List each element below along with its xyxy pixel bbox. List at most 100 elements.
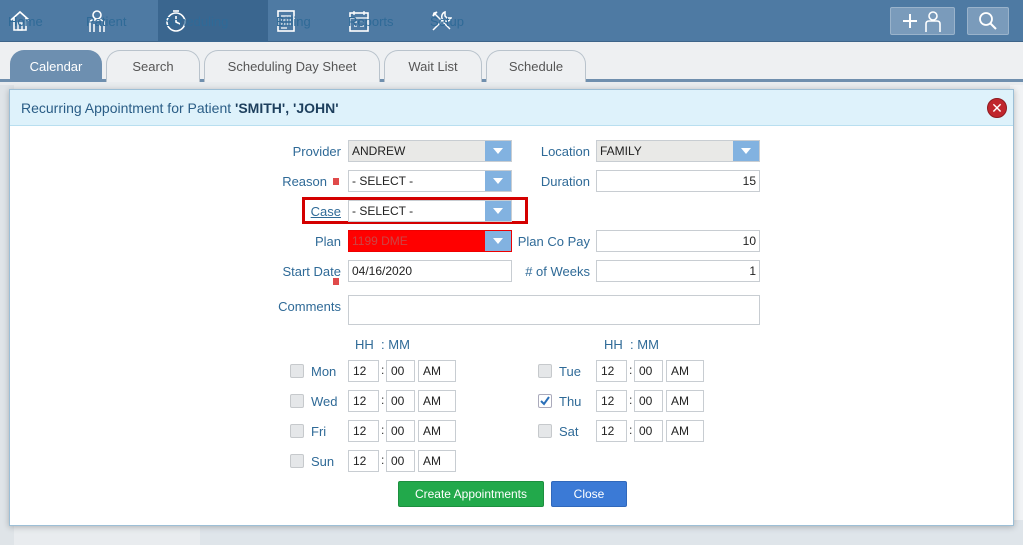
ampm-field-tue[interactable]: AM bbox=[666, 360, 704, 382]
hour-field-thu[interactable]: 12 bbox=[596, 390, 627, 412]
plan-label: Plan bbox=[314, 234, 341, 249]
minute-value: 00 bbox=[391, 454, 405, 468]
colon-label: : bbox=[630, 337, 634, 352]
hour-value: 12 bbox=[601, 394, 615, 408]
time-colon: : bbox=[381, 363, 385, 377]
checkbox-sun[interactable] bbox=[290, 454, 304, 468]
plan-copay-field[interactable]: 10 bbox=[596, 230, 760, 252]
plan-copay-value: 10 bbox=[742, 234, 756, 248]
nav-setup-label: Setup bbox=[430, 13, 464, 29]
chevron-down-icon[interactable] bbox=[485, 171, 511, 191]
plan-select[interactable]: 1199 DME bbox=[348, 230, 512, 252]
ampm-field-mon[interactable]: AM bbox=[418, 360, 456, 382]
hour-field-fri[interactable]: 12 bbox=[348, 420, 379, 442]
minute-field-wed[interactable]: 00 bbox=[386, 390, 415, 412]
hh-header-left: HH : MM bbox=[355, 337, 410, 352]
ampm-field-sun[interactable]: AM bbox=[418, 450, 456, 472]
add-patient-icon bbox=[902, 11, 941, 32]
create-appointments-button[interactable]: Create Appointments bbox=[398, 481, 544, 507]
hour-value: 12 bbox=[353, 394, 367, 408]
time-colon: : bbox=[629, 423, 633, 437]
reason-value: - SELECT - bbox=[352, 174, 414, 188]
checkbox-sat[interactable] bbox=[538, 424, 552, 438]
provider-select[interactable]: ANDREW bbox=[348, 140, 512, 162]
nav-setup[interactable]: Setup bbox=[424, 0, 500, 42]
checkbox-thu[interactable] bbox=[538, 394, 552, 408]
minute-field-sat[interactable]: 00 bbox=[634, 420, 663, 442]
comments-field[interactable] bbox=[348, 295, 760, 325]
reason-select[interactable]: - SELECT - bbox=[348, 170, 512, 192]
top-navigation: Home Patient Scheduling Billing Reports … bbox=[0, 0, 1023, 42]
weeks-field[interactable]: 1 bbox=[596, 260, 760, 282]
tab-schedule[interactable]: Schedule bbox=[486, 50, 586, 82]
hour-field-wed[interactable]: 12 bbox=[348, 390, 379, 412]
case-value: - SELECT - bbox=[352, 204, 414, 218]
location-select[interactable]: FAMILY bbox=[596, 140, 760, 162]
nav-billing-label: Billing bbox=[276, 13, 311, 29]
time-colon: : bbox=[629, 393, 633, 407]
tab-calendar[interactable]: Calendar bbox=[10, 50, 102, 82]
chevron-down-icon[interactable] bbox=[485, 201, 511, 221]
tab-wait-list[interactable]: Wait List bbox=[384, 50, 482, 82]
chevron-down-icon[interactable] bbox=[485, 231, 511, 251]
hour-value: 12 bbox=[353, 364, 367, 378]
tab-search[interactable]: Search bbox=[106, 50, 200, 82]
dialog-title: Recurring Appointment for Patient 'SMITH… bbox=[21, 100, 339, 116]
nav-patient-label: Patient bbox=[86, 13, 127, 29]
time-colon: : bbox=[381, 423, 385, 437]
case-select[interactable]: - SELECT - bbox=[348, 200, 512, 222]
close-button[interactable]: Close bbox=[551, 481, 627, 507]
required-marker bbox=[333, 278, 339, 285]
minute-field-fri[interactable]: 00 bbox=[386, 420, 415, 442]
time-colon: : bbox=[381, 393, 385, 407]
day-label-fri: Fri bbox=[311, 424, 327, 439]
checkbox-fri[interactable] bbox=[290, 424, 304, 438]
search-button[interactable] bbox=[967, 7, 1009, 35]
minute-field-tue[interactable]: 00 bbox=[634, 360, 663, 382]
tab-scheduling-day-sheet[interactable]: Scheduling Day Sheet bbox=[204, 50, 380, 82]
close-label: Close bbox=[573, 487, 605, 501]
ampm-field-sat[interactable]: AM bbox=[666, 420, 704, 442]
duration-label: Duration bbox=[540, 174, 590, 189]
start-date-field[interactable]: 04/16/2020 bbox=[348, 260, 512, 282]
duration-field[interactable]: 15 bbox=[596, 170, 760, 192]
add-patient-button[interactable] bbox=[890, 7, 955, 35]
required-marker bbox=[333, 178, 339, 185]
ampm-field-thu[interactable]: AM bbox=[666, 390, 704, 412]
minute-value: 00 bbox=[391, 424, 405, 438]
hour-value: 12 bbox=[353, 454, 367, 468]
minute-value: 00 bbox=[639, 364, 653, 378]
provider-value: ANDREW bbox=[352, 144, 406, 158]
hour-field-sun[interactable]: 12 bbox=[348, 450, 379, 472]
minute-field-thu[interactable]: 00 bbox=[634, 390, 663, 412]
colon-label: : bbox=[381, 337, 385, 352]
ampm-field-fri[interactable]: AM bbox=[418, 420, 456, 442]
hour-field-sat[interactable]: 12 bbox=[596, 420, 627, 442]
nav-home[interactable]: Home bbox=[2, 0, 78, 42]
reason-label: Reason bbox=[282, 174, 327, 189]
close-icon[interactable]: ✕ bbox=[987, 98, 1007, 118]
checkbox-tue[interactable] bbox=[538, 364, 552, 378]
minute-field-mon[interactable]: 00 bbox=[386, 360, 415, 382]
case-link[interactable]: Case bbox=[290, 204, 341, 219]
checkbox-mon[interactable] bbox=[290, 364, 304, 378]
chevron-down-icon[interactable] bbox=[485, 141, 511, 161]
recurring-appointment-dialog: Recurring Appointment for Patient 'SMITH… bbox=[9, 89, 1014, 526]
day-label-sat: Sat bbox=[559, 424, 579, 439]
ampm-field-wed[interactable]: AM bbox=[418, 390, 456, 412]
nav-scheduling[interactable]: Scheduling bbox=[158, 0, 268, 42]
minute-field-sun[interactable]: 00 bbox=[386, 450, 415, 472]
ampm-value: AM bbox=[423, 364, 441, 378]
dialog-header: Recurring Appointment for Patient 'SMITH… bbox=[10, 90, 1013, 126]
nav-billing[interactable]: Billing bbox=[270, 0, 340, 42]
hour-field-tue[interactable]: 12 bbox=[596, 360, 627, 382]
checkbox-wed[interactable] bbox=[290, 394, 304, 408]
weeks-value: 1 bbox=[749, 264, 756, 278]
chevron-down-icon[interactable] bbox=[733, 141, 759, 161]
nav-reports[interactable]: Reports bbox=[342, 0, 424, 42]
nav-patient[interactable]: Patient bbox=[80, 0, 156, 42]
hour-field-mon[interactable]: 12 bbox=[348, 360, 379, 382]
search-icon bbox=[979, 12, 997, 30]
minute-value: 00 bbox=[391, 364, 405, 378]
tab-scheduling-day-sheet-label: Scheduling Day Sheet bbox=[227, 59, 357, 74]
